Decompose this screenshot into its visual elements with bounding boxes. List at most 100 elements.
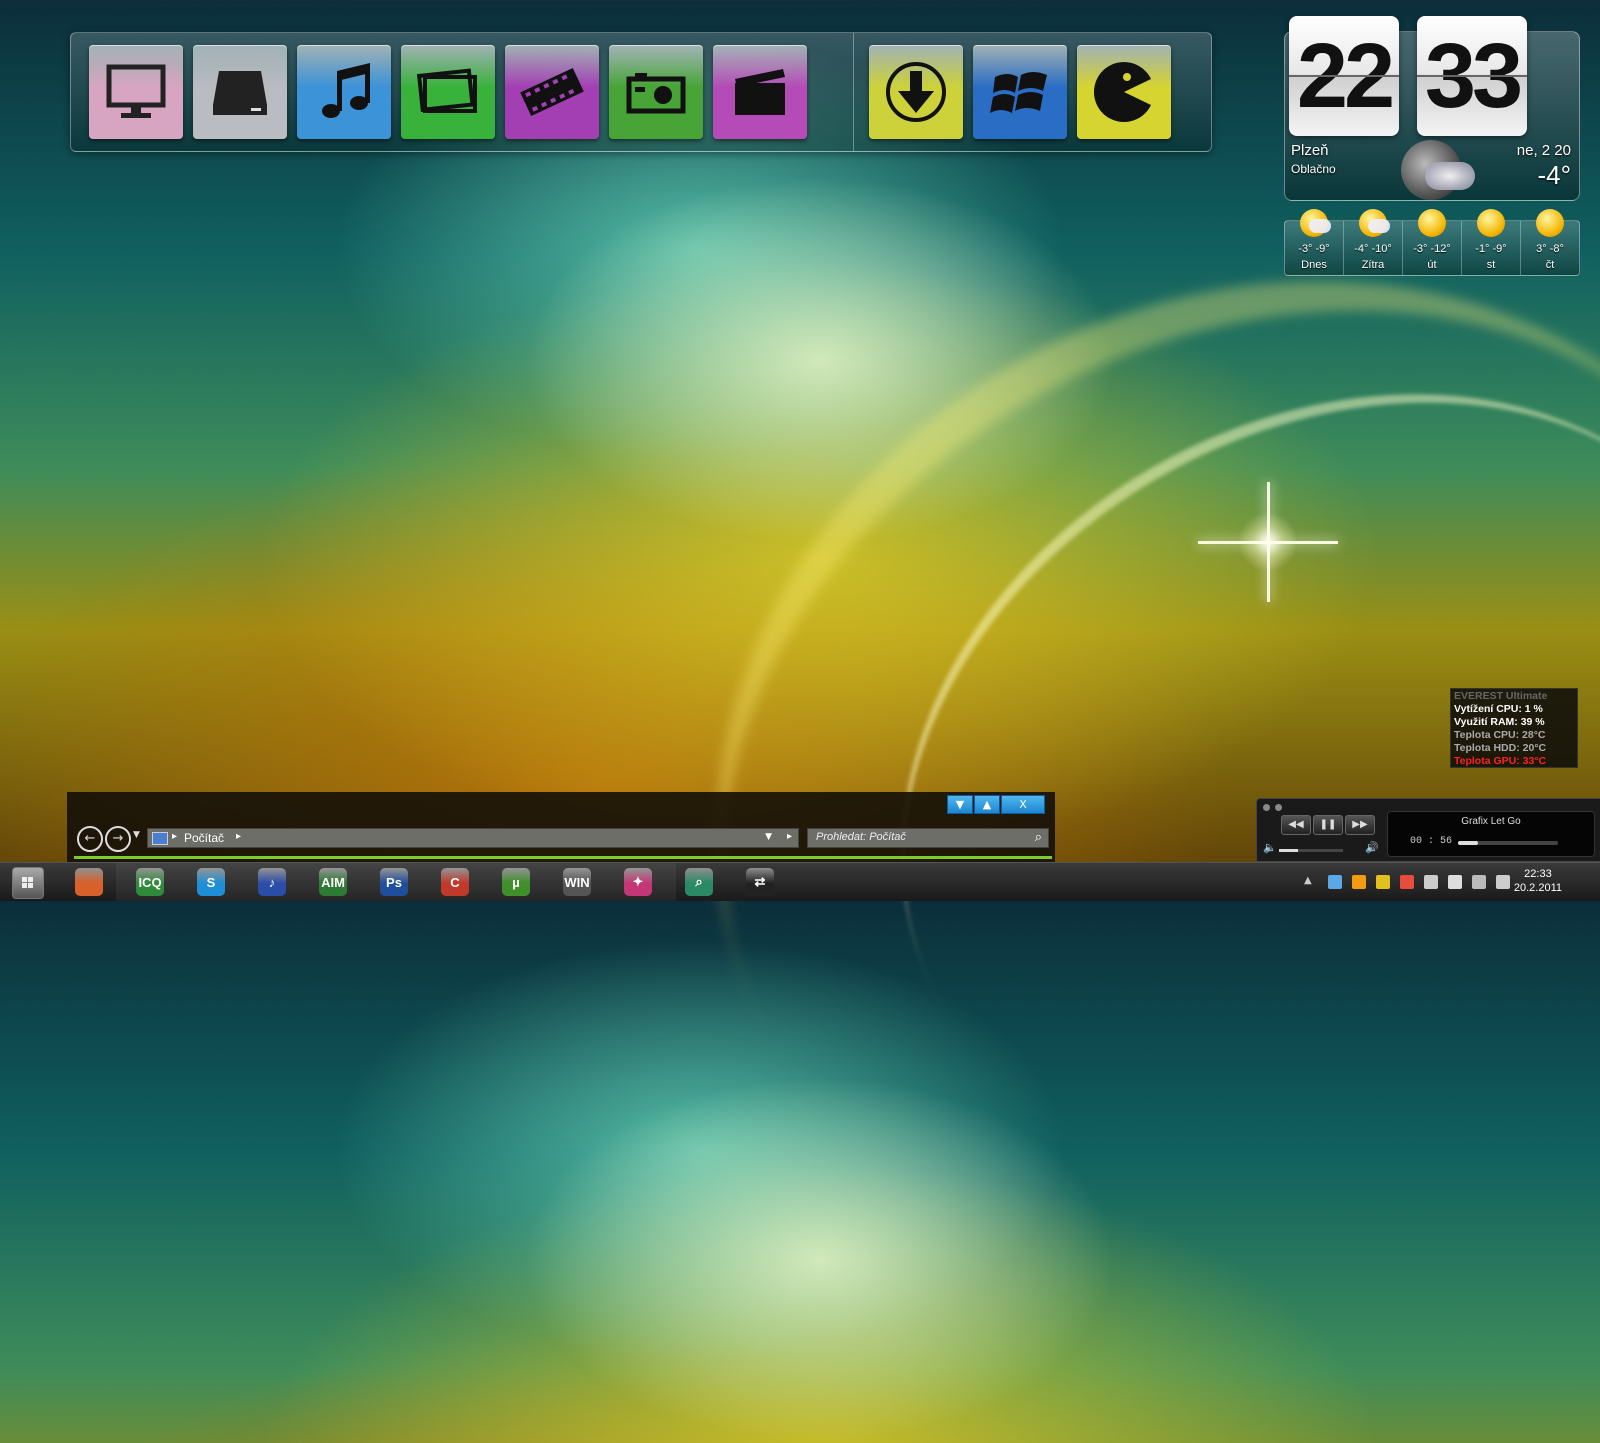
weather-condition: Oblačno xyxy=(1291,162,1336,176)
volume-icon[interactable] xyxy=(1496,875,1510,889)
film-strip-icon xyxy=(520,67,584,117)
address-location[interactable]: Počítač xyxy=(184,831,224,845)
photoshop-taskbar-button[interactable]: Ps xyxy=(365,865,423,899)
film-strip-tile[interactable] xyxy=(505,45,599,139)
utorrent-taskbar-button[interactable]: µ xyxy=(487,865,545,899)
media-icon[interactable] xyxy=(1448,875,1462,889)
aim-taskbar-button[interactable]: AIM xyxy=(304,865,362,899)
camera-tile[interactable] xyxy=(609,45,703,139)
network-icon[interactable] xyxy=(1328,875,1342,889)
forecast-day-name: Dnes xyxy=(1301,259,1327,271)
clock-hours: 22 xyxy=(1289,16,1399,136)
forward-nav-button[interactable]: → xyxy=(105,826,131,852)
forecast-temps: -4° -10° xyxy=(1354,243,1392,255)
player-display: Grafix Let Go 00 : 56 xyxy=(1387,811,1595,857)
orange-app-icon[interactable] xyxy=(1352,875,1366,889)
breadcrumb-chevron-icon: ▸ xyxy=(172,831,178,842)
red-flag-icon[interactable] xyxy=(1400,875,1414,889)
seek-bar[interactable] xyxy=(1458,841,1558,845)
pictures-icon xyxy=(416,68,477,113)
windows-logo-tile[interactable] xyxy=(973,45,1067,139)
forecast-day: -3° -9° Dnes xyxy=(1285,209,1344,275)
music-note-tile[interactable] xyxy=(297,45,391,139)
search-app-taskbar-button[interactable]: ⌕ xyxy=(670,865,728,899)
forecast-day-name: Zítra xyxy=(1361,259,1385,271)
wallpaper-light-streak-thin xyxy=(762,242,1600,1310)
firefox-taskbar-button[interactable] xyxy=(60,865,118,899)
close-button[interactable]: X xyxy=(1001,795,1045,814)
everest-ram: Využití RAM: 39 % xyxy=(1454,716,1545,728)
battery-icon[interactable] xyxy=(1376,875,1390,889)
forecast-temps: -3° -12° xyxy=(1413,243,1451,255)
everest-monitor-widget: EVEREST Ultimate Vytížení CPU: 1 % Využi… xyxy=(1450,688,1578,768)
forecast-temps: -1° -9° xyxy=(1475,243,1507,255)
player-dot-icon[interactable] xyxy=(1275,804,1282,811)
pictures-tile[interactable] xyxy=(401,45,495,139)
weather-city: Plzeň xyxy=(1291,142,1329,159)
skype-icon: S xyxy=(197,868,225,896)
sun-icon xyxy=(1477,209,1505,237)
icq-icon: ICQ xyxy=(136,868,164,896)
rewind-button[interactable]: ◀◀ xyxy=(1281,815,1311,835)
download-icon xyxy=(886,62,946,122)
chevron-up-icon[interactable]: ▲ xyxy=(1304,875,1318,889)
skype-taskbar-button[interactable]: S xyxy=(182,865,240,899)
everest-hdd-temp: Teplota HDD: 20°C xyxy=(1454,742,1547,754)
clapperboard-tile[interactable] xyxy=(713,45,807,139)
clock-minutes: 33 xyxy=(1417,16,1527,136)
sun-icon xyxy=(1418,209,1446,237)
clapperboard-icon xyxy=(735,69,785,115)
breadcrumb-chevron-icon[interactable]: ▸ xyxy=(236,831,241,842)
app-pink-icon: ✦ xyxy=(624,868,652,896)
forecast-day: -3° -12° út xyxy=(1403,209,1462,275)
forecast-day: -4° -10° Zítra xyxy=(1344,209,1403,275)
everest-title: EVEREST Ultimate xyxy=(1454,690,1548,702)
forecast-day: -1° -9° st xyxy=(1462,209,1521,275)
forward-button[interactable]: ▶▶ xyxy=(1345,815,1375,835)
winamp-taskbar-button[interactable]: WIN xyxy=(548,865,606,899)
address-bar[interactable]: ▸ Počítač ▸ ▼ ▸ xyxy=(147,828,799,848)
tray-date: 20.2.2011 xyxy=(1513,882,1562,894)
volume-slider[interactable] xyxy=(1279,849,1343,852)
monitor-tray-icon[interactable] xyxy=(1472,875,1486,889)
steam-icon[interactable] xyxy=(1424,875,1438,889)
history-dropdown-icon[interactable]: ▼ xyxy=(133,830,140,840)
windows-logo-icon xyxy=(22,877,33,888)
start-button[interactable] xyxy=(12,867,44,899)
search-icon[interactable]: ⌕ xyxy=(1035,830,1042,845)
volume-level xyxy=(1279,849,1299,852)
address-dropdown-icon[interactable]: ▼ xyxy=(765,832,772,842)
launcher-dock xyxy=(70,32,1212,152)
computer-icon xyxy=(152,832,168,845)
monitor-icon xyxy=(106,64,166,118)
windows-logo-icon xyxy=(990,72,1047,113)
app-white-taskbar-button[interactable]: ⇄ xyxy=(731,865,789,899)
back-button[interactable]: ← xyxy=(77,826,103,852)
weather-forecast: -3° -9° Dnes -4° -10° Zítra -3° -12° út -1° -9… xyxy=(1284,209,1580,276)
download-tile[interactable] xyxy=(869,45,963,139)
itunes-taskbar-button[interactable]: ♪ xyxy=(243,865,301,899)
monitor-tile[interactable] xyxy=(89,45,183,139)
track-title: Grafix Let Go xyxy=(1461,816,1521,827)
everest-gpu-temp: Teplota GPU: 33°C xyxy=(1454,755,1547,767)
pause-button[interactable]: ❚❚ xyxy=(1313,815,1343,835)
pacman-tile[interactable] xyxy=(1077,45,1171,139)
maximize-button[interactable]: ▲ xyxy=(974,795,1000,814)
player-dot-icon[interactable] xyxy=(1263,804,1270,811)
firefox-icon xyxy=(75,868,103,896)
go-arrow-icon[interactable]: ▸ xyxy=(787,831,792,842)
photoshop-icon: Ps xyxy=(380,868,408,896)
ccleaner-taskbar-button[interactable]: C xyxy=(426,865,484,899)
tray-clock[interactable]: 22:33 20.2.2011 xyxy=(1514,867,1562,895)
forecast-day-name: čt xyxy=(1545,259,1555,271)
minimize-button[interactable]: ▼ xyxy=(947,795,973,814)
winamp-icon: WIN xyxy=(563,868,591,896)
hard-drive-tile[interactable] xyxy=(193,45,287,139)
media-player: ◀◀ ❚❚ ▶▶ 🔈 🔊 Grafix Let Go 00 : 56 xyxy=(1256,798,1600,862)
track-time: 00 : 56 xyxy=(1410,836,1453,847)
icq-taskbar-button[interactable]: ICQ xyxy=(121,865,179,899)
app-pink-taskbar-button[interactable]: ✦ xyxy=(609,865,667,899)
search-input[interactable]: Prohledat: Počítač ⌕ xyxy=(807,828,1049,848)
mute-icon[interactable]: 🔈 xyxy=(1263,841,1277,854)
volume-max-icon: 🔊 xyxy=(1365,841,1379,854)
